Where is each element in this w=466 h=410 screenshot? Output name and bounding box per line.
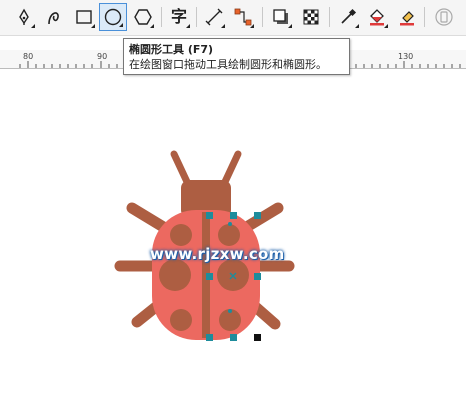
toolbar-separator — [196, 7, 197, 27]
toolbar-separator — [329, 7, 330, 27]
eraser-fill-icon — [400, 11, 414, 26]
flyout-arrow-icon — [31, 24, 35, 28]
freehand-pen-tool[interactable] — [10, 3, 38, 31]
flyout-arrow-icon — [150, 24, 154, 28]
toolbar-separator — [262, 7, 263, 27]
drawing-canvas[interactable] — [0, 69, 466, 410]
object-manager-tool[interactable] — [430, 3, 458, 31]
smart-fill-tool[interactable] — [393, 3, 421, 31]
flyout-arrow-icon — [186, 24, 190, 28]
object-icon — [435, 8, 453, 26]
tooltip-description: 在绘图窗口拖动工具绘制圆形和椭圆形。 — [129, 58, 327, 71]
end-node-handle — [254, 334, 261, 341]
text-tool-glyph: 字 — [170, 7, 187, 26]
toolbar-separator — [424, 7, 425, 27]
toolbar-separator — [161, 7, 162, 27]
transparency-tool[interactable] — [297, 3, 325, 31]
line-connector-tool[interactable] — [200, 3, 228, 31]
ruler-label: 80 — [23, 52, 34, 61]
text-tool[interactable]: 字 — [165, 3, 193, 31]
flyout-arrow-icon — [119, 23, 123, 27]
dimension-tool[interactable] — [229, 3, 257, 31]
flyout-arrow-icon — [355, 24, 359, 28]
flyout-arrow-icon — [288, 24, 292, 28]
watermark-text: www.rjzxw.com — [150, 245, 285, 263]
flyout-arrow-icon — [221, 24, 225, 28]
ellipse-tool[interactable] — [99, 3, 127, 31]
rectangle-tool[interactable] — [70, 3, 98, 31]
tooltip: 椭圆形工具 (F7) 在绘图窗口拖动工具绘制圆形和椭圆形。 — [123, 38, 350, 75]
ladybug-drawing — [114, 150, 295, 341]
eyedropper-tool[interactable] — [334, 3, 362, 31]
interactive-fill-tool[interactable] — [363, 3, 391, 31]
drop-shadow-tool[interactable] — [267, 3, 295, 31]
ruler-label: 130 — [398, 52, 414, 61]
curve-icon — [48, 12, 59, 25]
artistic-media-tool[interactable] — [40, 3, 68, 31]
flyout-arrow-icon — [250, 24, 254, 28]
checker-icon — [303, 9, 319, 25]
polygon-tool[interactable] — [129, 3, 157, 31]
toolbox-toolbar: 字 — [0, 0, 466, 36]
flyout-arrow-icon — [384, 24, 388, 28]
ruler-label: 90 — [97, 52, 108, 61]
ladybug-antennae — [170, 150, 242, 188]
tooltip-title: 椭圆形工具 (F7) — [129, 43, 214, 56]
flyout-arrow-icon — [91, 24, 95, 28]
